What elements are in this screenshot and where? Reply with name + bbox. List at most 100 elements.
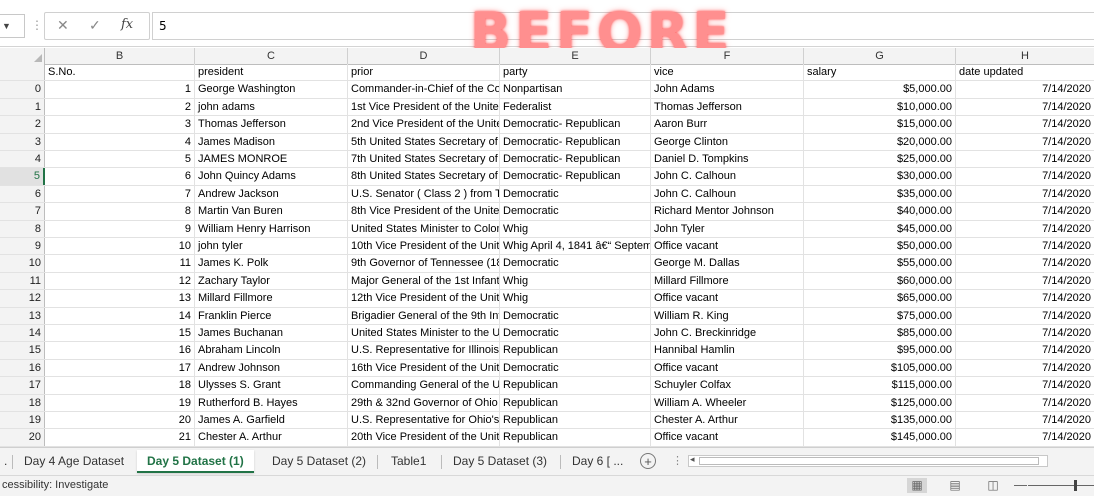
row-header[interactable]: 20 [0,429,45,446]
cell-sno[interactable]: 10 [45,238,195,255]
cell-vice[interactable]: John C. Calhoun [651,168,804,185]
cell-vice[interactable]: Schuyler Colfax [651,377,804,394]
cell-sno[interactable]: 16 [45,342,195,359]
cell-prior[interactable]: United States Minister to the United Kin… [348,325,500,342]
row-header[interactable]: 13 [0,307,45,324]
column-header-e[interactable]: E [500,48,651,64]
cell-date[interactable]: 7/14/2020 [956,116,1094,132]
cell-date[interactable]: 7/14/2020 [956,377,1094,393]
cell-salary[interactable]: $10,000.00 [804,98,956,116]
more-options-icon[interactable]: ⋮ [672,454,683,467]
cell-president[interactable]: Rutherford B. Hayes [195,394,348,411]
page-break-view-icon[interactable]: ◫ [983,478,1003,493]
cell-president[interactable]: JAMES MONROE [195,151,348,168]
cell-salary[interactable]: $115,000.00 [804,377,956,394]
cell-vice[interactable]: John C. Calhoun [651,185,804,203]
cell-vice[interactable]: George Clinton [651,133,804,150]
cell[interactable]: date updated [956,64,1094,80]
cell-sno[interactable]: 7 [45,185,195,203]
cell-party[interactable]: Whig [500,290,651,307]
cell-salary[interactable]: $55,000.00 [804,255,956,272]
cell-president[interactable]: James Madison [195,133,348,150]
cell-prior[interactable]: 8th United States Secretary of State [348,168,500,185]
cell-prior[interactable]: 7th United States Secretary of War [348,151,500,168]
cell-salary[interactable]: $25,000.00 [804,151,956,168]
row-header[interactable]: 14 [0,325,45,342]
cell-sno[interactable]: 12 [45,272,195,290]
cell-vice[interactable]: Chester A. Arthur [651,412,804,429]
cell-date[interactable]: 7/14/2020 [956,186,1094,202]
cell-vice[interactable]: Hannibal Hamlin [651,342,804,359]
cell-party[interactable]: Republican [500,342,651,359]
cell-president[interactable]: George Washington [195,81,348,98]
cell-salary[interactable]: $15,000.00 [804,116,956,133]
cell-vice[interactable]: William R. King [651,307,804,324]
cell-president[interactable]: Thomas Jefferson [195,116,348,133]
cell-vice[interactable]: Office vacant [651,359,804,377]
cell-president[interactable]: Andrew Jackson [195,185,348,203]
zoom-out-icon[interactable]: — [1014,477,1027,492]
cell-salary[interactable]: $145,000.00 [804,429,956,446]
row-header[interactable]: 12 [0,290,45,307]
cell-sno[interactable]: 6 [45,168,195,185]
cell-prior[interactable]: U.S. Representative for Illinois [348,342,500,359]
row-header[interactable]: 6 [0,185,45,203]
cell-vice[interactable]: John C. Breckinridge [651,325,804,342]
cell-salary[interactable]: $5,000.00 [804,81,956,98]
cell-salary[interactable]: $50,000.00 [804,238,956,255]
cell-prior[interactable]: 29th & 32nd Governor of Ohio [348,394,500,411]
cell-prior[interactable]: 5th United States Secretary of State [348,133,500,150]
column-header-b[interactable]: B [45,48,195,64]
cell-party[interactable]: Federalist [500,98,651,116]
cell-party[interactable]: Democratic [500,185,651,203]
cell[interactable]: S.No. [45,64,195,81]
cell-prior[interactable]: U.S. Senator ( Class 2 ) from Tennessee [348,185,500,203]
row-header[interactable]: 19 [0,412,45,429]
cell-date[interactable]: 7/14/2020 [956,412,1094,428]
row-header[interactable]: 2 [0,116,45,133]
cell-salary[interactable]: $30,000.00 [804,168,956,185]
cell-sno[interactable]: 3 [45,116,195,133]
tab-day-6[interactable]: Day 6 [ ... [562,450,633,473]
cell[interactable]: salary [804,64,956,81]
cell-salary[interactable]: $75,000.00 [804,307,956,324]
cell-sno[interactable]: 20 [45,412,195,429]
cell-prior[interactable]: Commander-in-Chief of the Continental Ar… [348,81,500,98]
row-header[interactable]: 0 [0,81,45,98]
normal-view-icon[interactable]: ▦ [907,478,927,493]
cell-sno[interactable]: 15 [45,325,195,342]
cell-date[interactable]: 7/14/2020 [956,255,1094,271]
cell-president[interactable]: Andrew Johnson [195,359,348,377]
tab-table1[interactable]: Table1 [381,450,436,473]
cell-president[interactable]: Millard Fillmore [195,290,348,307]
row-header[interactable]: 5 [0,168,45,185]
horizontal-scrollbar[interactable]: ◂ [688,454,1048,467]
row-header[interactable]: 8 [0,220,45,237]
cell-sno[interactable]: 18 [45,377,195,394]
cell-salary[interactable]: $35,000.00 [804,185,956,203]
scrollbar-thumb[interactable] [699,457,1039,465]
cell-date[interactable]: 7/14/2020 [956,168,1094,184]
row-header[interactable]: 3 [0,133,45,150]
row-header[interactable]: 4 [0,151,45,168]
cell-vice[interactable]: Millard Fillmore [651,272,804,290]
cell-salary[interactable]: $125,000.00 [804,394,956,411]
cell-salary[interactable]: $105,000.00 [804,359,956,377]
zoom-slider-thumb[interactable] [1074,480,1077,491]
column-header-c[interactable]: C [195,48,348,64]
cell-date[interactable]: 7/14/2020 [956,429,1094,445]
cell-sno[interactable]: 4 [45,133,195,150]
cell-date[interactable]: 7/14/2020 [956,203,1094,219]
cell-party[interactable]: Democratic [500,255,651,272]
cell[interactable]: vice [651,64,804,81]
cell-president[interactable]: Abraham Lincoln [195,342,348,359]
cell-vice[interactable]: Office vacant [651,238,804,255]
cell-party[interactable]: Democratic- Republican [500,168,651,185]
row-header[interactable]: 9 [0,238,45,255]
cell-sno[interactable]: 17 [45,359,195,377]
zoom-slider[interactable] [1028,485,1094,486]
cell-sno[interactable]: 21 [45,429,195,446]
cell-prior[interactable]: United States Minister to Colombia [348,220,500,237]
cell-salary[interactable]: $65,000.00 [804,290,956,307]
cell-party[interactable]: Democratic- Republican [500,133,651,150]
